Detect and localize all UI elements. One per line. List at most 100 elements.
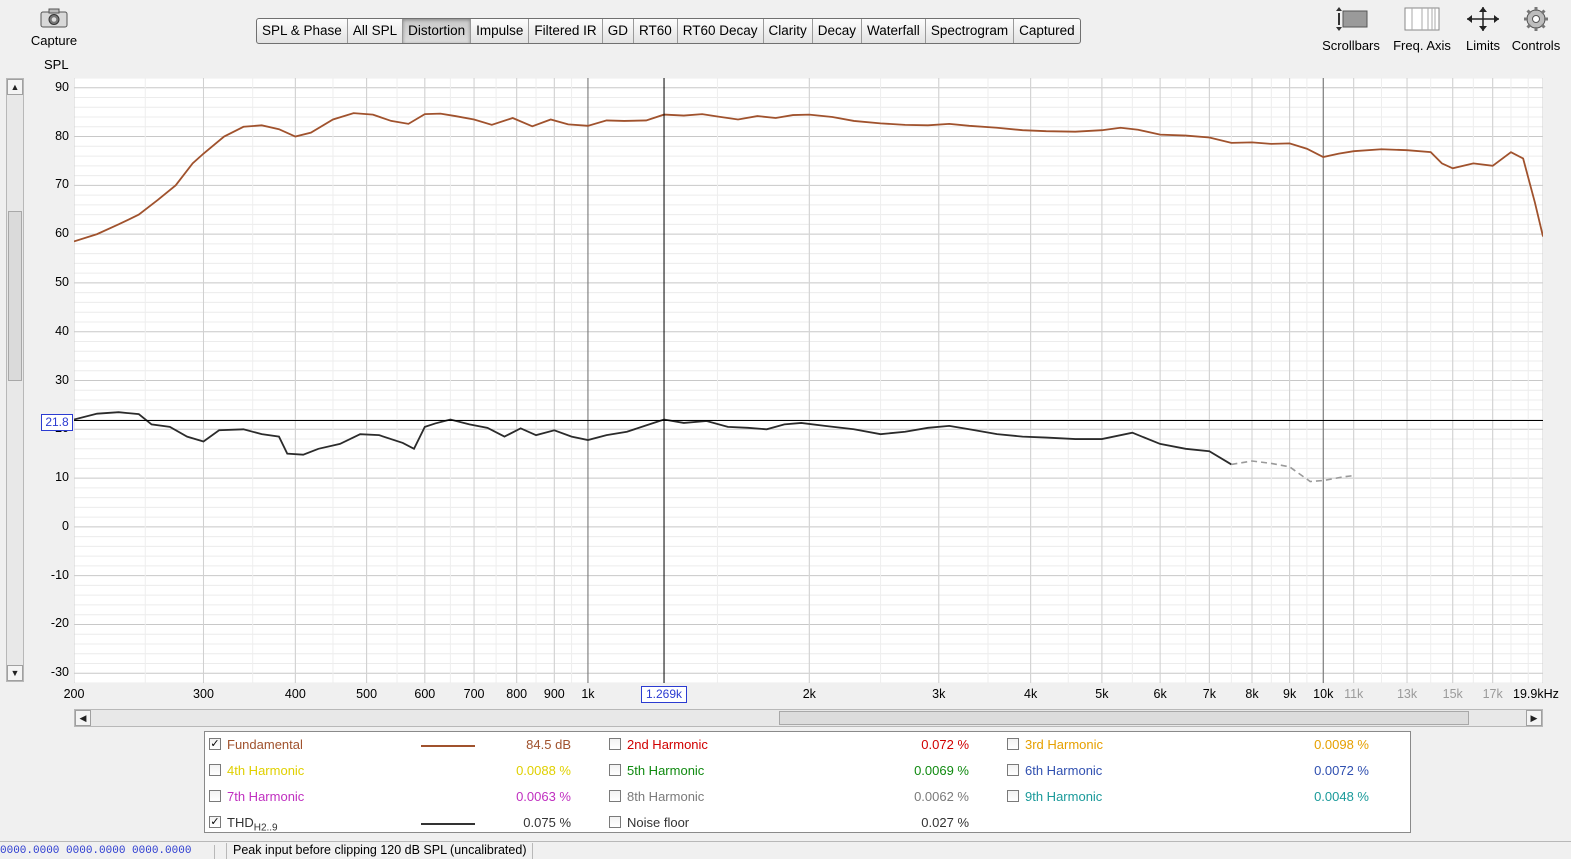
tab-decay[interactable]: Decay [813, 19, 863, 43]
legend-label-2nd-harmonic[interactable]: 2nd Harmonic [627, 737, 708, 752]
vertical-scroll-thumb[interactable] [8, 211, 22, 381]
legend-label-text: 5th Harmonic [627, 763, 705, 778]
legend-checkbox-8th-harmonic[interactable] [609, 790, 621, 802]
legend-value-noise-floor: 0.027 % [921, 815, 969, 830]
x-tick-label: 11k [1344, 687, 1364, 701]
freq-axis-button[interactable]: Freq. Axis [1389, 4, 1455, 53]
horizontal-scroll-thumb[interactable] [779, 711, 1469, 725]
limits-icon [1467, 7, 1499, 31]
controls-button[interactable]: Controls [1510, 4, 1562, 53]
y-tick-label: -20 [50, 616, 69, 631]
scroll-up-button[interactable]: ▲ [7, 79, 23, 95]
x-tick-label: 900 [543, 687, 565, 701]
tab-impulse[interactable]: Impulse [471, 19, 530, 43]
tab-spl-phase[interactable]: SPL & Phase [257, 19, 348, 43]
capture-button[interactable]: Capture [28, 6, 80, 54]
legend-checkbox-4th-harmonic[interactable] [209, 764, 221, 776]
y-tick-label: 40 [55, 323, 69, 338]
scroll-left-button[interactable]: ◀ [75, 710, 91, 726]
legend-value-2nd-harmonic: 0.072 % [921, 737, 969, 752]
scroll-right-button[interactable]: ▶ [1526, 710, 1542, 726]
x-tick-label: 19.9kHz [1513, 687, 1559, 701]
camera-icon [40, 8, 68, 28]
legend-label-5th-harmonic[interactable]: 5th Harmonic [627, 763, 704, 778]
legend-value-6th-harmonic: 0.0072 % [1314, 763, 1369, 778]
x-tick-label: 13k [1396, 687, 1418, 701]
legend-value-5th-harmonic: 0.0069 % [914, 763, 969, 778]
legend-label-4th-harmonic[interactable]: 4th Harmonic [227, 763, 304, 778]
x-tick-label: 300 [193, 687, 214, 701]
legend-label-text: 7th Harmonic [227, 789, 305, 804]
legend-label-text: 8th Harmonic [627, 789, 705, 804]
x-tick-label: 7k [1202, 687, 1216, 701]
legend-line-swatch [421, 745, 475, 747]
legend-checkbox-3rd-harmonic[interactable] [1007, 738, 1019, 750]
legend-label-noise-floor[interactable]: Noise floor [627, 815, 689, 830]
capture-label: Capture [30, 33, 78, 48]
legend-label-9th-harmonic[interactable]: 9th Harmonic [1025, 789, 1102, 804]
y-axis-label: SPL [44, 57, 69, 72]
tab-clarity[interactable]: Clarity [764, 19, 813, 43]
status-bar: 0000.0000 0000.0000 0000.0000 Peak input… [0, 841, 1571, 859]
scrollbars-label: Scrollbars [1322, 38, 1380, 53]
legend-checkbox-5th-harmonic[interactable] [609, 764, 621, 776]
legend-value-8th-harmonic: 0.0062 % [914, 789, 969, 804]
tab-gd[interactable]: GD [603, 19, 634, 43]
vertical-scrollbar[interactable]: ▲ ▼ [6, 78, 24, 682]
limits-label: Limits [1466, 38, 1500, 53]
y-tick-label: 70 [55, 177, 69, 192]
legend-label-text: Fundamental [227, 737, 303, 752]
legend-label-7th-harmonic[interactable]: 7th Harmonic [227, 789, 304, 804]
x-tick-label: 9k [1282, 687, 1297, 701]
trace-legend: ✓ Fundamental 84.5 dB 2nd Harmonic 0.072 % 3r… [204, 731, 1411, 834]
legend-label-8th-harmonic[interactable]: 8th Harmonic [627, 789, 704, 804]
legend-label-text: 6th Harmonic [1025, 763, 1103, 778]
legend-checkbox-thd[interactable]: ✓ [209, 816, 221, 828]
x-tick-label: 15k [1442, 687, 1463, 701]
y-tick-label: 30 [55, 372, 69, 387]
legend-label-3rd-harmonic[interactable]: 3rd Harmonic [1025, 737, 1103, 752]
legend-label-6th-harmonic[interactable]: 6th Harmonic [1025, 763, 1102, 778]
scrollbars-icon [1336, 7, 1368, 31]
freq-axis-label: Freq. Axis [1393, 38, 1451, 53]
tab-spectrogram[interactable]: Spectrogram [926, 19, 1015, 43]
controls-label: Controls [1511, 38, 1561, 53]
legend-label-text: 4th Harmonic [227, 763, 305, 778]
legend-value-4th-harmonic: 0.0088 % [516, 763, 571, 778]
horizontal-scrollbar[interactable]: ◀ ▶ [74, 709, 1543, 727]
tab-captured[interactable]: Captured [1014, 19, 1080, 43]
y-tick-label: 10 [55, 470, 69, 485]
legend-checkbox-fundamental[interactable]: ✓ [209, 738, 221, 750]
legend-checkbox-noise-floor[interactable] [609, 816, 621, 828]
distortion-plot[interactable] [74, 78, 1543, 683]
legend-checkbox-7th-harmonic[interactable] [209, 790, 221, 802]
x-tick-label: 3k [932, 687, 946, 701]
tab-all-spl[interactable]: All SPL [348, 19, 404, 43]
limits-button[interactable]: Limits [1462, 4, 1504, 53]
tab-waterfall[interactable]: Waterfall [862, 19, 926, 43]
legend-value-3rd-harmonic: 0.0098 % [1314, 737, 1369, 752]
status-message: Peak input before clipping 120 dB SPL (u… [226, 843, 534, 859]
y-tick-label: 0 [62, 518, 69, 533]
scrollbars-button[interactable]: Scrollbars [1321, 4, 1381, 53]
y-tick-label: 50 [55, 274, 69, 289]
legend-checkbox-2nd-harmonic[interactable] [609, 738, 621, 750]
tab-filtered-ir[interactable]: Filtered IR [529, 19, 603, 43]
legend-value-9th-harmonic: 0.0048 % [1314, 789, 1369, 804]
view-tabs: SPL & Phase All SPL Distortion Impulse Filte… [256, 18, 1081, 44]
cursor-y-readout: 21.8 [41, 414, 73, 431]
x-tick-label: 500 [356, 687, 378, 701]
legend-checkbox-6th-harmonic[interactable] [1007, 764, 1019, 776]
legend-checkbox-9th-harmonic[interactable] [1007, 790, 1019, 802]
x-tick-label: 8k [1245, 687, 1259, 701]
legend-label-fundamental[interactable]: Fundamental [227, 737, 303, 752]
y-tick-label: 90 [55, 79, 69, 94]
tab-rt60-decay[interactable]: RT60 Decay [678, 19, 764, 43]
legend-label-thd[interactable]: THDH2..9 [227, 815, 278, 834]
x-tick-label: 600 [414, 687, 436, 701]
x-tick-label: 6k [1153, 687, 1167, 701]
legend-label-subscript: H2..9 [253, 822, 278, 834]
scroll-down-button[interactable]: ▼ [7, 665, 23, 681]
tab-rt60[interactable]: RT60 [634, 19, 678, 43]
tab-distortion[interactable]: Distortion [403, 19, 472, 43]
